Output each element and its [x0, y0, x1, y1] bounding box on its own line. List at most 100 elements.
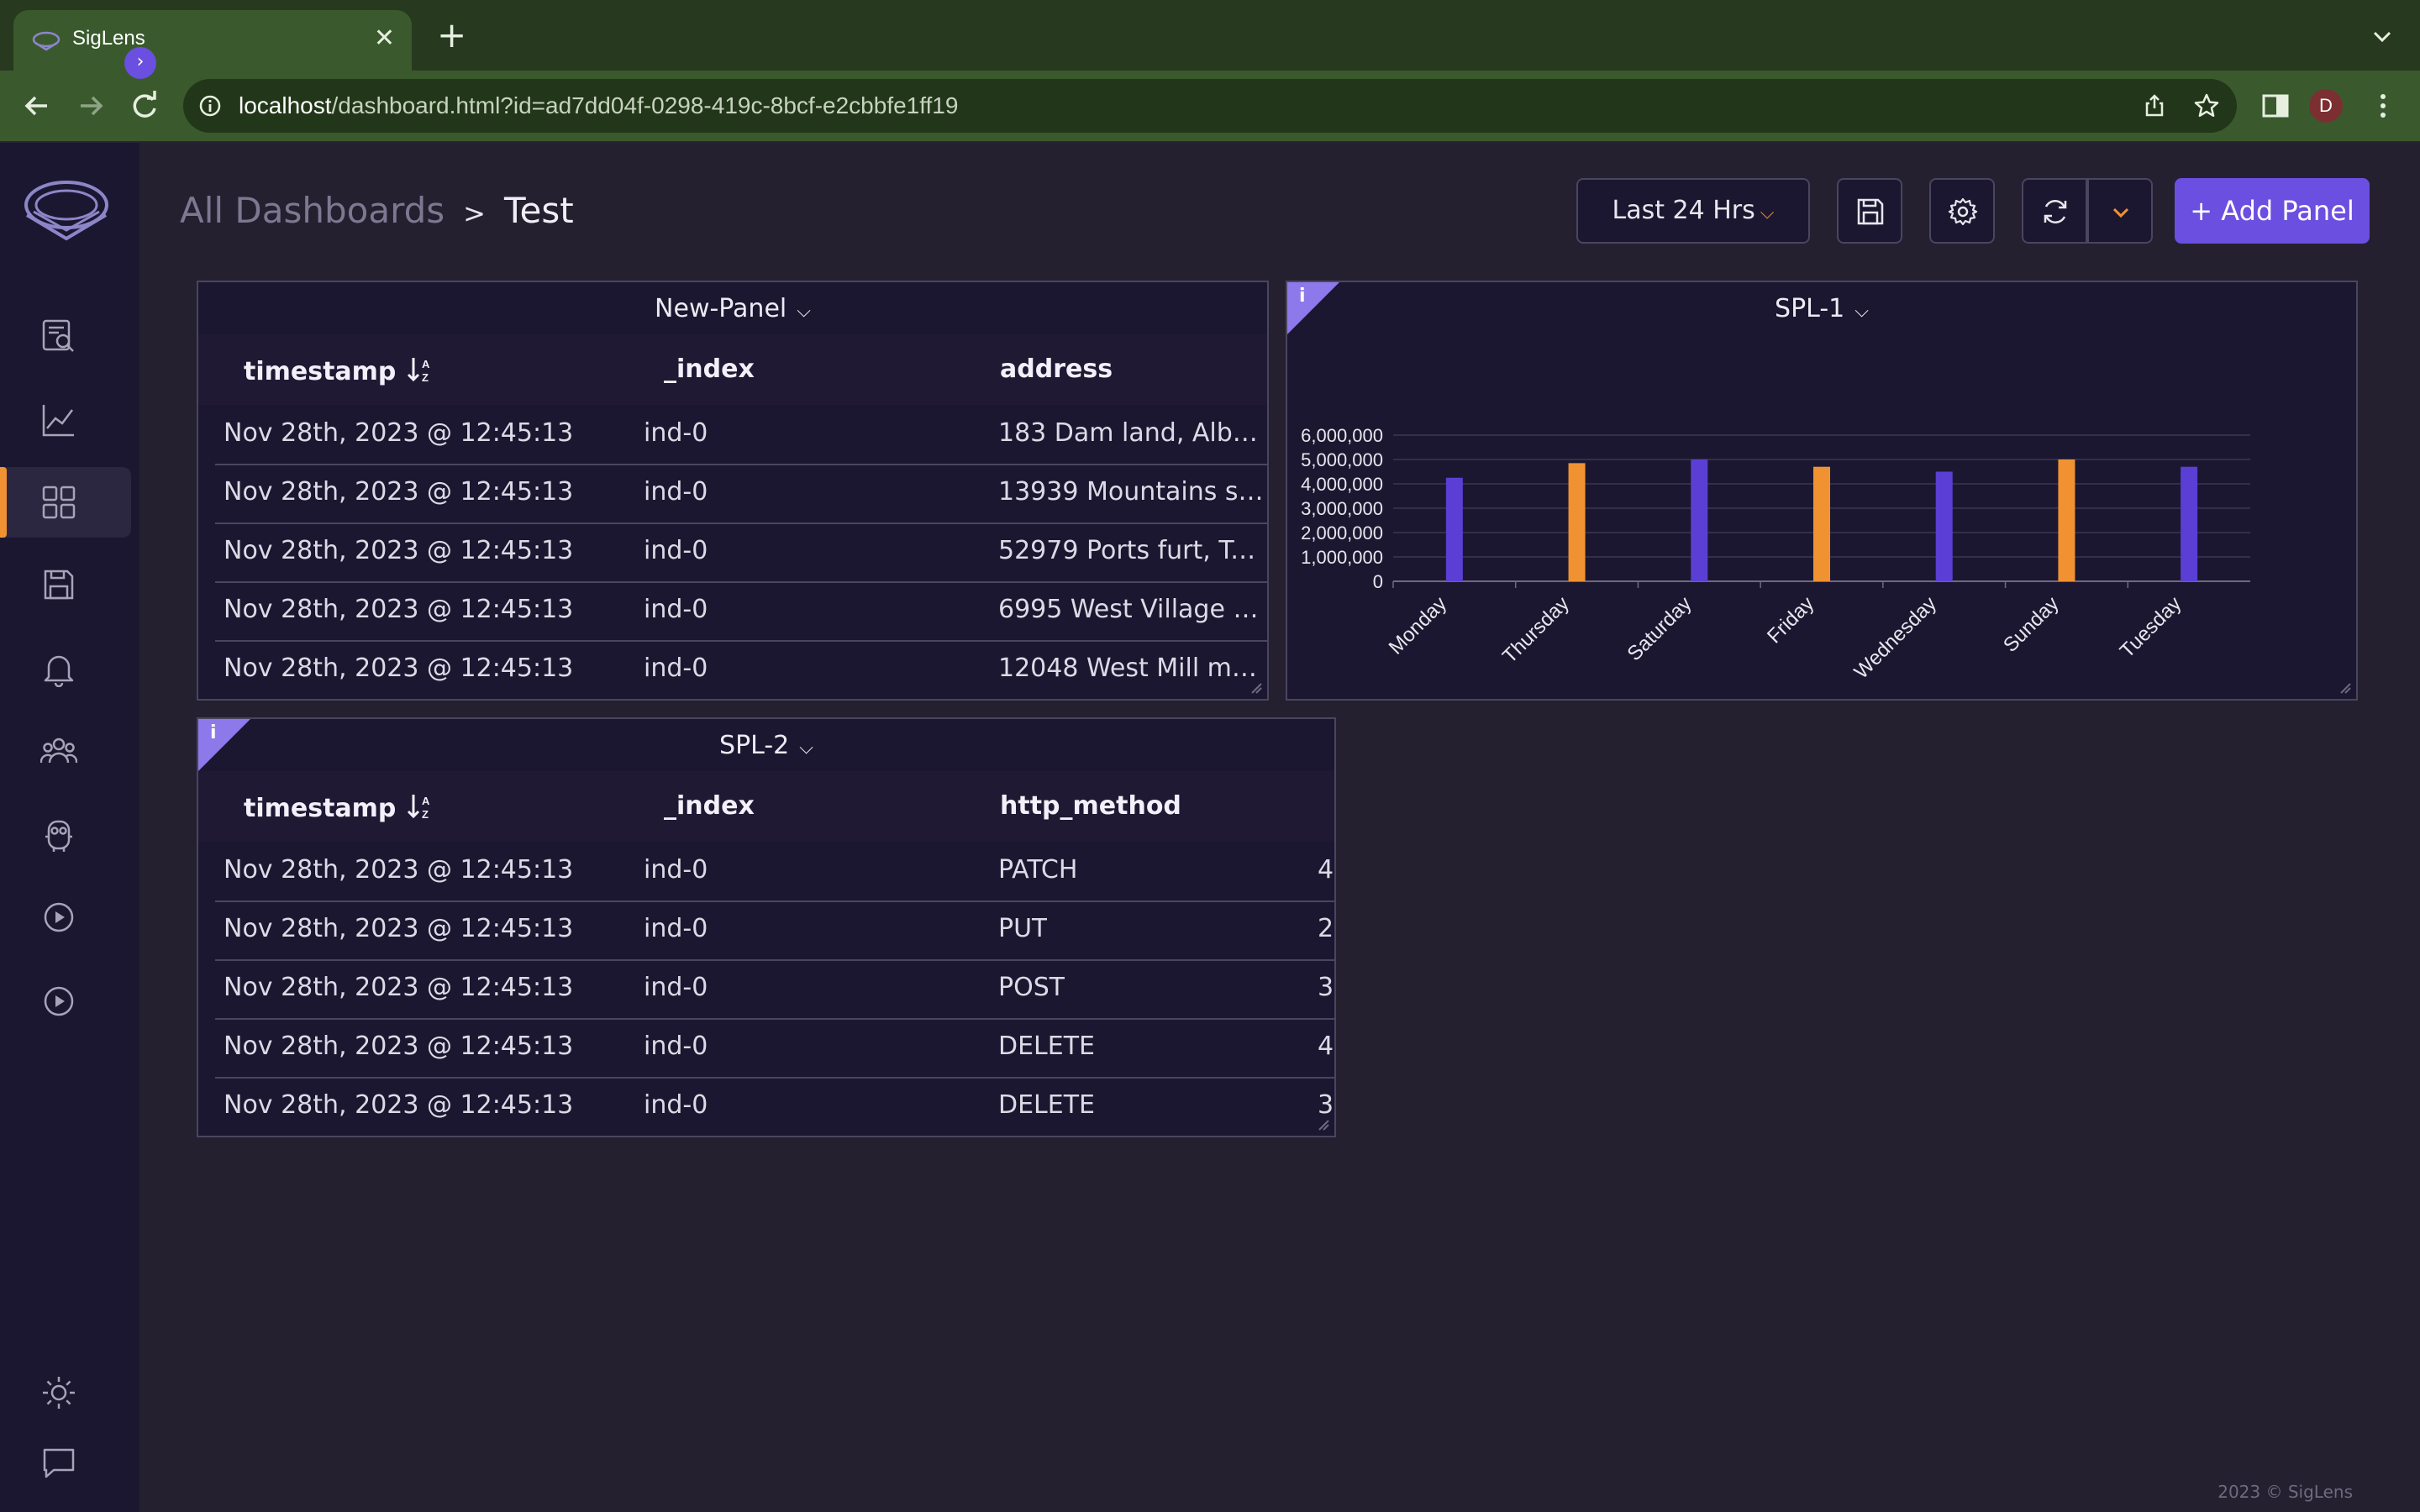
- x-tick-label: Friday: [1763, 592, 1818, 648]
- table-row[interactable]: Nov 28th, 2023 @ 12:45:13 ind-0 183 Dam …: [215, 405, 1267, 465]
- siglens-logo-icon[interactable]: [22, 173, 111, 250]
- browser-tab[interactable]: SigLens ✕: [13, 10, 412, 71]
- cell-index: ind-0: [644, 654, 708, 683]
- resize-handle-icon[interactable]: [1318, 1119, 1329, 1131]
- column-header-http-method[interactable]: http_method: [1000, 791, 1181, 821]
- nav-ingestion[interactable]: [0, 966, 131, 1037]
- resize-handle-icon[interactable]: [2339, 682, 2351, 694]
- tab-search-chevron-icon[interactable]: [2370, 24, 2395, 49]
- browser-tab-strip: SigLens ✕ +: [0, 0, 2420, 71]
- expand-sidebar-chevron-icon[interactable]: ›: [124, 47, 156, 79]
- refresh-button[interactable]: [2022, 178, 2087, 244]
- column-header-index[interactable]: _index: [664, 354, 755, 384]
- cell-truncated: 30: [1318, 973, 1334, 1002]
- theme-toggle[interactable]: [0, 1357, 131, 1428]
- column-header-index[interactable]: _index: [664, 791, 755, 821]
- nav-dashboards[interactable]: [0, 467, 131, 538]
- nav-alerts[interactable]: [0, 633, 131, 704]
- save-icon: [44, 570, 74, 600]
- svg-text:A: A: [422, 795, 430, 807]
- nav-metrics[interactable]: [0, 385, 131, 455]
- panel-title-dropdown[interactable]: New-Panel ⌵: [198, 294, 1267, 323]
- dashboard-settings-button[interactable]: [1929, 178, 1995, 244]
- address-bar[interactable]: localhost/dashboard.html?id=ad7dd04f-029…: [183, 79, 2237, 133]
- cell-index: ind-0: [644, 418, 708, 448]
- cell-truncated: 30: [1318, 1090, 1334, 1120]
- save-dashboard-button[interactable]: [1837, 178, 1902, 244]
- table-row[interactable]: Nov 28th, 2023 @ 12:45:13 ind-0 PUT 20: [215, 900, 1334, 961]
- nav-minions[interactable]: [0, 800, 131, 870]
- bar: [1445, 477, 1463, 581]
- nav-search[interactable]: [0, 301, 131, 371]
- table-row[interactable]: Nov 28th, 2023 @ 12:45:13 ind-0 DELETE 4…: [215, 1018, 1334, 1079]
- x-tick-label: Tuesday: [2116, 592, 2186, 663]
- tab-close-icon[interactable]: ✕: [374, 22, 395, 55]
- table-row[interactable]: Nov 28th, 2023 @ 12:45:13 ind-0 POST 30: [215, 959, 1334, 1020]
- sun-icon: [43, 1377, 75, 1409]
- table-row[interactable]: Nov 28th, 2023 @ 12:45:13 ind-0 52979 Po…: [215, 522, 1267, 583]
- resize-handle-icon[interactable]: [1250, 682, 1262, 694]
- nav-live-tail[interactable]: [0, 882, 131, 953]
- profile-avatar[interactable]: D: [2309, 89, 2343, 123]
- cell-http-method: PATCH: [998, 855, 1078, 885]
- table-row[interactable]: Nov 28th, 2023 @ 12:45:13 ind-0 DELETE 3…: [215, 1077, 1334, 1136]
- bar: [2181, 466, 2198, 581]
- nav-saved-queries[interactable]: [0, 549, 131, 620]
- y-tick-label: 6,000,000: [1301, 425, 1383, 446]
- nav-users[interactable]: [0, 716, 131, 786]
- tab-title: SigLens: [72, 27, 145, 50]
- forward-arrow-icon[interactable]: [71, 86, 111, 126]
- feedback-button[interactable]: [0, 1428, 131, 1499]
- column-header-timestamp[interactable]: timestamp AZ: [244, 791, 435, 823]
- bar: [1935, 471, 1953, 581]
- bookmark-star-icon[interactable]: [2193, 92, 2220, 119]
- panel-new-panel: New-Panel ⌵ timestamp AZ _index address N…: [197, 281, 1269, 701]
- cell-index: ind-0: [644, 1090, 708, 1120]
- refresh-interval-dropdown[interactable]: [2087, 178, 2153, 244]
- cell-http-method: PUT: [998, 914, 1048, 943]
- table-row[interactable]: Nov 28th, 2023 @ 12:45:13 ind-0 6995 Wes…: [215, 581, 1267, 642]
- sort-icon[interactable]: AZ: [405, 791, 435, 822]
- add-panel-button[interactable]: + Add Panel: [2175, 178, 2370, 244]
- y-tick-label: 4,000,000: [1301, 474, 1383, 495]
- table-row[interactable]: Nov 28th, 2023 @ 12:45:13 ind-0 13939 Mo…: [215, 464, 1267, 524]
- table-row[interactable]: Nov 28th, 2023 @ 12:45:13 ind-0 PATCH 40: [215, 842, 1334, 902]
- browser-toolbar: localhost/dashboard.html?id=ad7dd04f-029…: [0, 71, 2420, 143]
- play-circle-icon: [44, 902, 74, 932]
- share-icon[interactable]: [2141, 92, 2168, 119]
- bell-icon: [44, 655, 74, 687]
- column-header-address[interactable]: address: [1000, 354, 1113, 384]
- svg-text:Z: Z: [422, 371, 429, 384]
- panel-spl-2: i SPL-2 ⌵ timestamp AZ _index http_method…: [197, 717, 1336, 1137]
- y-tick-label: 5,000,000: [1301, 449, 1383, 470]
- column-header-timestamp[interactable]: timestamp AZ: [244, 354, 435, 386]
- side-panel-icon[interactable]: [2260, 91, 2291, 121]
- cell-timestamp: Nov 28th, 2023 @ 12:45:13: [224, 1032, 574, 1061]
- back-arrow-icon[interactable]: [17, 86, 57, 126]
- new-tab-icon[interactable]: +: [437, 18, 466, 53]
- users-group-icon: [40, 738, 77, 764]
- sort-icon[interactable]: AZ: [405, 354, 435, 385]
- cell-index: ind-0: [644, 1032, 708, 1061]
- time-range-label: Last 24 Hrs: [1612, 196, 1755, 225]
- y-tick-label: 0: [1373, 571, 1383, 592]
- x-tick-label: Sunday: [1999, 592, 2064, 657]
- bar: [1691, 459, 1708, 581]
- breadcrumb-all-dashboards[interactable]: All Dashboards: [180, 190, 445, 231]
- reload-icon[interactable]: [124, 86, 165, 126]
- save-icon: [1857, 198, 1884, 225]
- site-info-icon[interactable]: [198, 94, 222, 118]
- cell-address: 6995 West Village bor...: [998, 595, 1267, 624]
- cell-index: ind-0: [644, 914, 708, 943]
- cell-address: 12048 West Mill mout...: [998, 654, 1267, 683]
- bar: [1813, 466, 1830, 581]
- cell-index: ind-0: [644, 536, 708, 565]
- time-range-picker[interactable]: Last 24 Hrs ⌵: [1576, 178, 1810, 244]
- panel-title-dropdown[interactable]: SPL-2 ⌵: [198, 731, 1334, 760]
- breadcrumb: All Dashboards > Test: [180, 190, 574, 231]
- y-tick-label: 3,000,000: [1301, 498, 1383, 519]
- table-row[interactable]: Nov 28th, 2023 @ 12:45:13 ind-0 12048 We…: [215, 640, 1267, 699]
- cell-truncated: 40: [1318, 1032, 1334, 1061]
- footer-copyright: 2023 © SigLens: [2217, 1482, 2353, 1502]
- browser-menu-icon[interactable]: [2368, 91, 2398, 121]
